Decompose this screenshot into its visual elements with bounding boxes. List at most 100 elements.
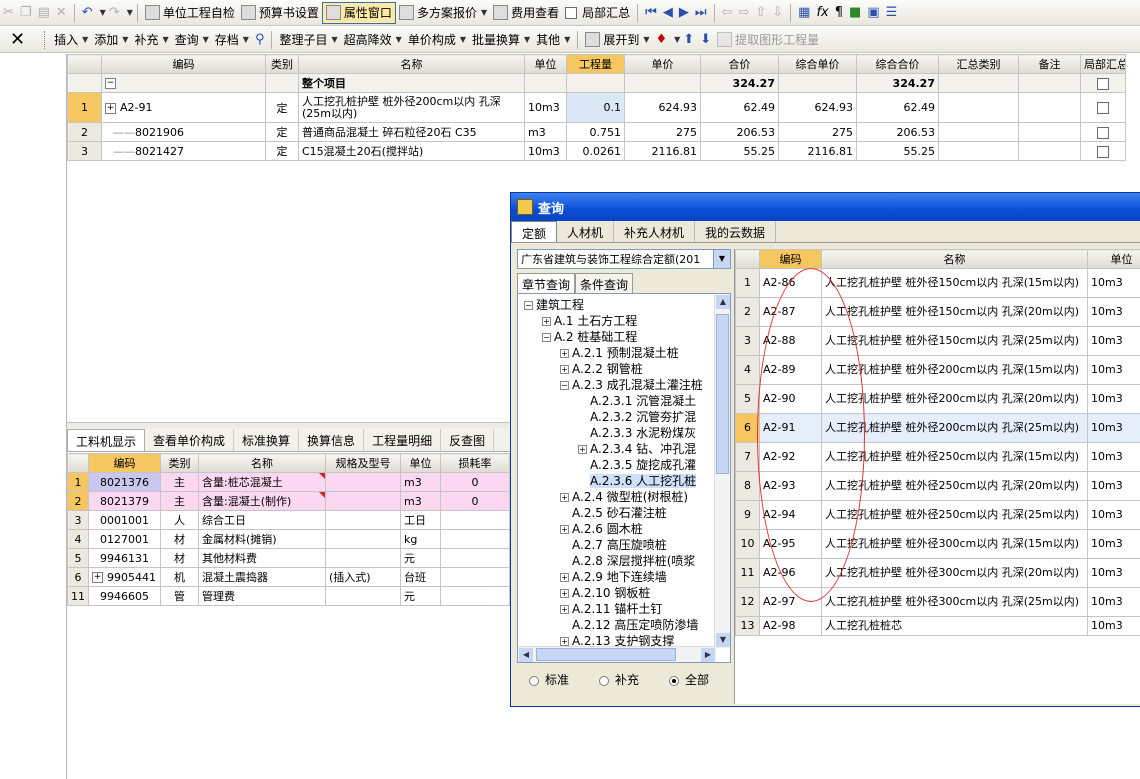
tree-node[interactable]: + A.2.1 预制混凝土桩 — [524, 345, 730, 361]
tree-vertical-scrollbar[interactable]: ▲ ▼ — [714, 294, 730, 648]
category-cell[interactable]: 主 — [160, 491, 199, 511]
tab-quota[interactable]: 定额 — [511, 221, 558, 242]
scope-radio[interactable]: 补充 — [599, 671, 639, 688]
table-row[interactable]: 7 A2-92 人工挖孔桩护壁 桩外径250cm以内 孔深(15m以内) 10m3 — [735, 442, 1140, 472]
quantity-cell[interactable]: 0.0261 — [566, 141, 625, 161]
price-cell[interactable]: 624.93 — [624, 92, 701, 123]
code-cell[interactable]: A2-91 — [759, 413, 822, 443]
scope-radio[interactable]: 全部 — [669, 671, 709, 688]
category-cell[interactable]: 定 — [265, 122, 299, 142]
unit-cell[interactable]: 10m3 — [1087, 355, 1140, 385]
last-icon[interactable]: ⏭ — [692, 5, 710, 20]
tree-horizontal-scrollbar[interactable]: ◀ ▶ — [518, 646, 716, 662]
row-number[interactable]: 13 — [735, 616, 760, 636]
multi-quote-button[interactable]: 多方案报价 ▼ — [396, 2, 490, 24]
unit-cell[interactable]: 元 — [400, 548, 441, 568]
spec-cell[interactable] — [325, 510, 401, 530]
name-cell[interactable]: 管理费 — [198, 586, 326, 606]
tree-node[interactable]: A.2.8 深层搅拌桩(喷浆 — [524, 553, 730, 569]
cube-icon[interactable]: ■ — [846, 5, 864, 20]
table-row[interactable]: 11 A2-96 人工挖孔桩护壁 桩外径300cm以内 孔深(20m以内) 10m3 — [735, 558, 1140, 588]
row-number[interactable]: 1 — [67, 92, 102, 123]
query-menu[interactable]: 查询 ▼ — [172, 29, 212, 51]
spec-cell[interactable] — [325, 472, 401, 492]
loss-cell[interactable] — [440, 586, 510, 606]
name-cell[interactable]: 混凝土震捣器 — [198, 567, 326, 587]
category-cell[interactable]: 机 — [160, 567, 199, 587]
quantity-cell[interactable]: 0.1 — [566, 92, 625, 123]
unit-price-menu[interactable]: 单价构成 ▼ — [405, 29, 469, 51]
tree-node[interactable]: + A.2.11 锚杆土钉 — [524, 601, 730, 617]
unit-cell[interactable]: 10m3 — [1087, 413, 1140, 443]
insert-menu[interactable]: 插入 ▼ — [51, 29, 91, 51]
scroll-right-icon[interactable]: ▶ — [701, 648, 715, 662]
price-cell[interactable]: 2116.81 — [624, 141, 701, 161]
scroll-down-icon[interactable]: ▼ — [716, 633, 730, 647]
column-header[interactable]: 汇总类别 — [938, 54, 1019, 74]
tree-node[interactable]: A.2.3.3 水泥粉煤灰 — [524, 425, 730, 441]
partial-summary-cell[interactable] — [1080, 73, 1126, 93]
row-number[interactable]: 11 — [735, 558, 760, 588]
tree-node[interactable]: + A.2.3.4 钻、冲孔混 — [524, 441, 730, 457]
code-cell[interactable]: 8021376 — [88, 472, 161, 492]
table-row[interactable]: 11 9946605 管 管理费 元 8 — [67, 586, 527, 606]
code-cell[interactable]: + A2-91 — [101, 92, 266, 123]
image-icon[interactable]: ▣ — [864, 5, 882, 20]
table-row[interactable]: 4 A2-89 人工挖孔桩护壁 桩外径200cm以内 孔深(15m以内) 10m3 — [735, 355, 1140, 385]
name-cell[interactable]: 人工挖孔桩护壁 桩外径200cm以内 孔深(15m以内) — [821, 355, 1088, 385]
loss-cell[interactable] — [440, 510, 510, 530]
checkbox[interactable] — [1097, 126, 1109, 139]
name-cell[interactable]: 人工挖孔桩护壁 桩外径200cm以内 孔深(25m以内) — [821, 413, 1088, 443]
table-row[interactable]: 3 A2-88 人工挖孔桩护壁 桩外径150cm以内 孔深(25m以内) 10m3 — [735, 326, 1140, 356]
dialog-title-bar[interactable]: 查询 — [511, 193, 1140, 221]
unit-cell[interactable]: 10m3 — [1087, 471, 1140, 501]
expand-icon[interactable]: + — [542, 317, 551, 326]
expand-icon[interactable]: + — [560, 637, 569, 646]
total-row[interactable]: − 整个项目 324.27 324.27 — [67, 73, 1126, 93]
unit-cell[interactable]: 10m3 — [1087, 500, 1140, 530]
name-cell[interactable]: 含量:混凝土(制作) — [198, 491, 326, 511]
column-header[interactable]: 综合单价 — [778, 54, 857, 74]
name-cell[interactable]: 人工挖孔桩护壁 桩外径250cm以内 孔深(20m以内) — [821, 471, 1088, 501]
row-number[interactable]: 2 — [735, 297, 760, 327]
name-cell[interactable]: 综合工日 — [198, 510, 326, 530]
category-cell[interactable]: 管 — [160, 586, 199, 606]
row-number[interactable]: 4 — [67, 529, 89, 549]
copy-icon[interactable]: ❐ — [17, 5, 35, 20]
row-number[interactable]: 2 — [67, 122, 102, 142]
supplement-menu[interactable]: 补充 ▼ — [131, 29, 171, 51]
expand-icon[interactable]: + — [560, 525, 569, 534]
spec-cell[interactable] — [325, 491, 401, 511]
table-row[interactable]: 4 0127001 材 金属材料(摊销) kg 1 — [67, 529, 527, 549]
unit-cell[interactable]: 10m3 — [1087, 442, 1140, 472]
library-select[interactable]: 广东省建筑与装饰工程综合定额(201 ▼ — [517, 249, 731, 269]
spec-cell[interactable] — [325, 548, 401, 568]
undo-icon[interactable]: ↶ — [79, 5, 96, 20]
name-cell[interactable]: 人工挖孔桩护壁 桩外径300cm以内 孔深(25m以内) — [821, 587, 1088, 617]
table-row[interactable]: 6 A2-91 人工挖孔桩护壁 桩外径200cm以内 孔深(25m以内) 10m3 — [735, 413, 1140, 443]
name-cell[interactable]: 含量:桩芯混凝土 — [198, 472, 326, 492]
partial-summary-cell[interactable] — [1080, 92, 1126, 123]
organize-menu[interactable]: 整理子目 ▼ — [276, 29, 340, 51]
column-header[interactable]: 编码 — [759, 249, 822, 269]
radio-button[interactable] — [599, 675, 610, 686]
collapse-icon[interactable]: − — [524, 301, 533, 310]
expand-icon[interactable]: + — [105, 102, 116, 114]
checkbox[interactable] — [1097, 145, 1109, 158]
loss-cell[interactable]: 0 — [440, 472, 510, 492]
partial-summary-cell[interactable] — [1080, 122, 1126, 142]
code-cell[interactable]: A2-89 — [759, 355, 822, 385]
column-header[interactable]: 规格及型号 — [325, 453, 401, 473]
unit-cell[interactable]: 10m3 — [524, 92, 567, 123]
name-cell[interactable]: 人工挖孔桩护壁 桩外径150cm以内 孔深(25m以内) — [821, 326, 1088, 356]
category-cell[interactable]: 材 — [160, 548, 199, 568]
tab-standard-convert[interactable]: 标准换算 — [234, 429, 300, 451]
table-row[interactable]: 3 0001001 人 综合工日 工日 — [67, 510, 527, 530]
cell[interactable] — [1018, 122, 1081, 142]
column-header[interactable]: 名称 — [298, 54, 525, 74]
table-row[interactable]: 5 9946131 材 其他材料费 元 1 — [67, 548, 527, 568]
row-number[interactable]: 6 — [67, 567, 89, 587]
prev-icon[interactable]: ◀ — [660, 5, 676, 20]
scope-radio[interactable]: 标准 — [529, 671, 569, 688]
tree-node[interactable]: A.2.7 高压旋喷桩 — [524, 537, 730, 553]
